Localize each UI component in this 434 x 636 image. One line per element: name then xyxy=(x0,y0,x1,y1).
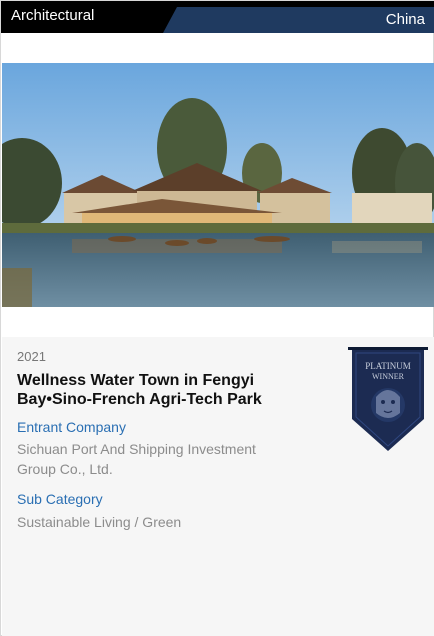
sub-category-label: Sub Category xyxy=(17,491,103,507)
entry-title[interactable]: Wellness Water Town in Fengyi Bay•Sino-F… xyxy=(17,371,317,409)
platinum-winner-badge: PLATINUM WINNER xyxy=(348,347,428,453)
category-label[interactable]: Architectural xyxy=(11,7,94,24)
card-header: Architectural China xyxy=(1,1,434,33)
badge-line2: WINNER xyxy=(372,372,405,381)
award-card: Architectural China 2021 Wellness Water … xyxy=(0,0,434,636)
entry-year: 2021 xyxy=(17,349,46,364)
entry-details: 2021 Wellness Water Town in Fengyi Bay•S… xyxy=(2,337,434,636)
project-photo[interactable] xyxy=(2,63,434,307)
badge-line1: PLATINUM xyxy=(365,361,411,371)
entrant-company-label: Entrant Company xyxy=(17,419,126,435)
entrant-company-value: Sichuan Port And Shipping Investment Gro… xyxy=(17,441,256,477)
country-label: China xyxy=(385,11,425,28)
sub-category-value: Sustainable Living / Green xyxy=(17,514,182,530)
